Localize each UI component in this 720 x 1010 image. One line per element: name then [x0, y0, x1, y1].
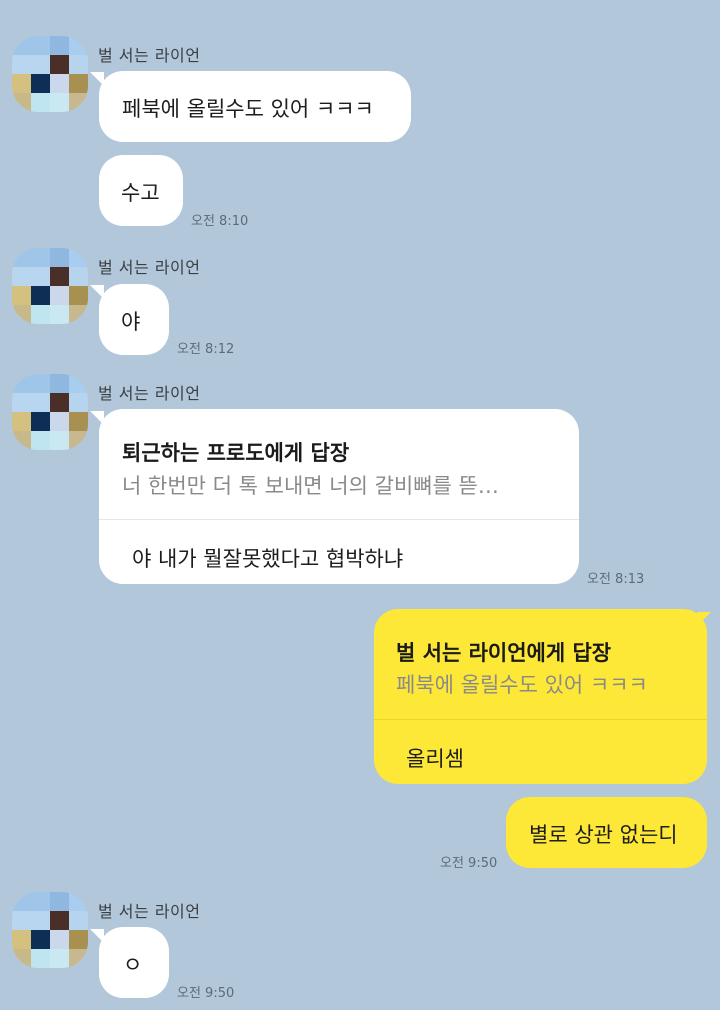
message-time: 오전 8:10 [191, 214, 249, 229]
message-text: 페북에 올릴수도 있어 ㅋㅋㅋ [122, 97, 374, 121]
sender-name: 벌 서는 라이언 [98, 384, 201, 403]
sender-name: 벌 서는 라이언 [98, 46, 201, 65]
message-text: 야 내가 뭘잘못했다고 협박하냐 [132, 547, 404, 571]
message-bubble[interactable]: 페북에 올릴수도 있어 ㅋㅋㅋ [99, 71, 411, 142]
reply-title: 퇴근하는 프로도에게 답장 [122, 441, 350, 465]
sender-name: 벌 서는 라이언 [98, 258, 201, 277]
message-time: 오전 9:50 [440, 856, 498, 871]
reply-message-bubble[interactable]: 벌 서는 라이언에게 답장 페북에 올릴수도 있어 ㅋㅋㅋ 올리셈 [374, 609, 707, 784]
divider [374, 719, 707, 720]
message-text: 야 [121, 310, 141, 334]
message-text: ㅇ [123, 953, 143, 977]
message-text: 수고 [121, 181, 160, 205]
reply-quote: 페북에 올릴수도 있어 ㅋㅋㅋ [396, 673, 648, 697]
message-text: 올리셈 [406, 747, 464, 771]
message-time: 오전 9:50 [177, 986, 235, 1001]
message-text: 별로 상관 없는디 [529, 823, 678, 847]
reply-title: 벌 서는 라이언에게 답장 [396, 641, 612, 665]
avatar[interactable] [12, 36, 88, 112]
message-time: 오전 8:12 [177, 342, 235, 357]
avatar[interactable] [12, 248, 88, 324]
avatar[interactable] [12, 892, 88, 968]
divider [99, 519, 579, 520]
reply-message-bubble[interactable]: 퇴근하는 프로도에게 답장 너 한번만 더 톡 보내면 너의 갈비뼈를 뜯… 야… [99, 409, 579, 584]
message-bubble[interactable]: 수고 [99, 155, 183, 226]
reply-quote: 너 한번만 더 톡 보내면 너의 갈비뼈를 뜯… [122, 474, 499, 498]
avatar[interactable] [12, 374, 88, 450]
sender-name: 벌 서는 라이언 [98, 902, 201, 921]
message-bubble[interactable]: ㅇ [99, 927, 169, 998]
message-time: 오전 8:13 [587, 572, 645, 587]
message-bubble[interactable]: 별로 상관 없는디 [506, 797, 707, 868]
message-bubble[interactable]: 야 [99, 284, 169, 355]
